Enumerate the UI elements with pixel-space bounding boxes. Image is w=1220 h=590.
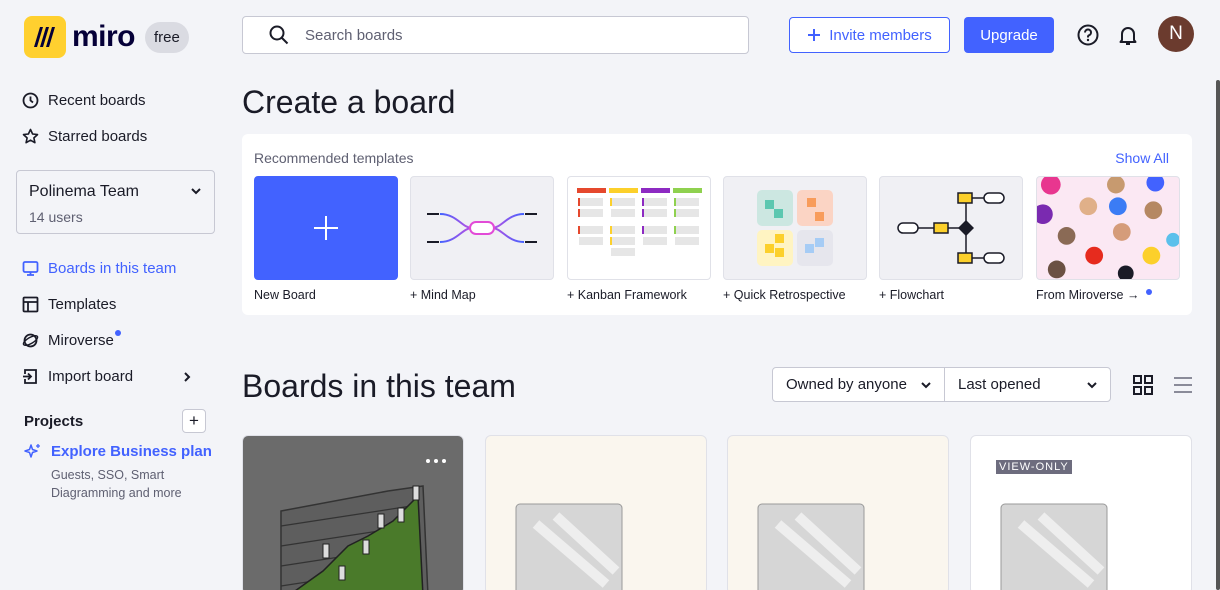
star-icon [22,128,39,144]
page-title: Create a board [242,84,456,120]
explore-title: Explore Business plan [51,443,212,460]
miro-logo[interactable]: miro free [24,16,189,58]
clock-icon [22,92,39,109]
help-icon[interactable] [1076,23,1100,47]
retro-thumb [723,176,867,280]
sidebar-label: Miroverse [48,332,114,349]
team-name: Polinema Team [29,183,139,200]
upgrade-button[interactable]: Upgrade [964,17,1054,53]
show-all-link[interactable]: Show All [1115,150,1169,166]
flowchart-thumb [879,176,1023,280]
sidebar-label: Recent boards [48,92,146,109]
sidebar-label: Templates [48,296,117,313]
board-card[interactable] [485,435,707,590]
grid-view-icon[interactable] [1132,374,1154,401]
miroverse-thumb [1036,176,1180,280]
owner-filter-value: Owned by anyone [786,376,907,393]
template-label: + Flowchart [879,288,944,302]
owner-filter-select[interactable]: Owned by anyone [772,367,945,402]
explore-subtitle-1: Guests, SSO, Smart [51,468,165,482]
add-project-button[interactable]: + [182,409,206,433]
template-mind-map[interactable]: + Mind Map [410,176,554,302]
sidebar-item-boards[interactable]: Boards in this team [22,260,176,277]
template-kanban[interactable]: + Kanban Framework [567,176,711,302]
new-board-thumb [254,176,398,280]
template-label: New Board [254,288,316,302]
sidebar-label: Import board [48,368,134,385]
list-view-icon[interactable] [1172,374,1194,401]
sidebar-item-templates[interactable]: Templates [22,296,116,313]
sidebar-item-miroverse[interactable]: Miroverse [22,329,121,349]
sort-select[interactable]: Last opened [944,367,1111,402]
import-icon [23,369,37,384]
board-card[interactable] [242,435,464,590]
mind-map-thumb [410,176,554,280]
board-card[interactable] [727,435,949,590]
template-label: + Kanban Framework [567,288,687,302]
sparkle-icon [24,444,40,458]
new-dot-indicator [1145,289,1152,295]
view-only-badge: VIEW-ONLY [996,460,1072,474]
more-icon[interactable] [425,456,447,466]
boards-section-title: Boards in this team [242,368,516,404]
invite-members-button[interactable]: Invite members [789,17,950,53]
recommended-title: Recommended templates [254,150,414,166]
plan-badge: free [145,21,189,53]
team-switcher[interactable]: Polinema Team 14 users [16,170,215,234]
sidebar-item-starred[interactable]: Starred boards [22,128,147,145]
logo-text: miro [72,20,136,53]
plus-icon [314,216,338,240]
bell-icon[interactable] [1116,23,1140,47]
invite-label: Invite members [829,26,932,44]
template-label: From Miroverse → [1036,288,1180,302]
chevron-down-icon [191,188,201,195]
board-icon [22,261,39,276]
projects-title: Projects [24,413,84,430]
sort-value: Last opened [958,376,1041,393]
planet-icon [22,333,39,348]
team-users-count: 14 users [29,209,83,225]
sidebar-label: Starred boards [48,128,148,145]
search-box[interactable] [242,16,749,54]
chevron-down-icon [921,381,931,388]
plus-icon [808,29,821,41]
template-icon [22,296,39,313]
templates-card: Recommended templates Show All New Board… [242,134,1192,315]
chevron-right-icon [184,371,191,382]
template-label: + Quick Retrospective [723,288,846,302]
board-placeholder-icon [515,503,623,590]
template-miroverse[interactable]: From Miroverse → [1036,176,1180,302]
miro-logo-icon [24,16,66,58]
search-icon [269,25,289,45]
board-card[interactable]: VIEW-ONLY [970,435,1192,590]
explore-business-plan[interactable]: Explore Business plan Guests, SSO, Smart… [24,443,212,502]
sidebar-label: Boards in this team [48,260,177,277]
search-input[interactable] [305,26,725,44]
kanban-thumb [567,176,711,280]
chevron-down-icon [1087,381,1097,388]
template-flowchart[interactable]: + Flowchart [879,176,1023,302]
template-new-board[interactable]: New Board [254,176,398,302]
sidebar-item-import[interactable]: Import board [22,368,202,385]
template-quick-retrospective[interactable]: + Quick Retrospective [723,176,867,302]
board-placeholder-icon [757,503,865,590]
explore-subtitle-2: Diagramming and more [51,486,182,500]
sidebar-item-recent[interactable]: Recent boards [22,92,146,109]
template-label: + Mind Map [410,288,476,302]
new-dot-indicator [114,329,121,336]
user-avatar[interactable]: N [1158,16,1194,52]
page-scrollbar[interactable] [1216,80,1220,590]
